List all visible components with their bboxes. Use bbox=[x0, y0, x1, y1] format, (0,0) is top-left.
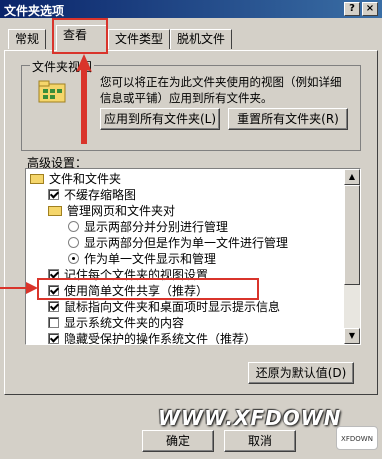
option-single-file[interactable]: 作为单一文件显示和管理 bbox=[68, 251, 216, 267]
folder-view-icon bbox=[38, 80, 66, 103]
cancel-button[interactable]: 取消 bbox=[224, 430, 296, 452]
tree-folder-web-pages: 管理网页和文件夹对 bbox=[48, 203, 175, 219]
radio-button[interactable] bbox=[68, 253, 79, 264]
tab-offline-files[interactable]: 脱机文件 bbox=[170, 29, 233, 49]
watermark-text: WWW.XFDOWN bbox=[158, 406, 342, 430]
help-button[interactable]: ? bbox=[344, 2, 360, 16]
folder-icon bbox=[48, 206, 62, 216]
option-hide-protected-files[interactable]: 隐藏受保护的操作系统文件（推荐） bbox=[48, 331, 257, 345]
list-item-label: 鼠标指向文件夹和桌面项时显示提示信息 bbox=[64, 300, 281, 314]
sharing-highlight-box bbox=[37, 278, 259, 300]
list-item-label: 显示两部分但是作为单一文件进行管理 bbox=[84, 236, 289, 250]
folder-views-description: 您可以将正在为此文件夹使用的视图（例如详细信息或平铺）应用到所有文件夹。 bbox=[100, 75, 342, 105]
close-button[interactable]: × bbox=[362, 2, 378, 16]
tab-file-types[interactable]: 文件类型 bbox=[108, 29, 171, 49]
list-item-label: 显示系统文件夹的内容 bbox=[64, 316, 185, 330]
radio-button[interactable] bbox=[68, 237, 79, 248]
tab-general[interactable]: 常规 bbox=[8, 29, 47, 49]
checkbox[interactable] bbox=[48, 189, 59, 200]
option-show-both-manage-separately[interactable]: 显示两部分并分别进行管理 bbox=[68, 219, 228, 235]
list-item-label: 隐藏受保护的操作系统文件（推荐） bbox=[64, 332, 257, 345]
arrow-up-icon bbox=[76, 54, 92, 144]
reset-all-folders-button[interactable]: 重置所有文件夹(R) bbox=[228, 108, 348, 130]
radio-button[interactable] bbox=[68, 221, 79, 232]
tab-highlight-box bbox=[52, 18, 108, 54]
checkbox[interactable] bbox=[48, 317, 59, 328]
list-item-label: 显示两部分并分别进行管理 bbox=[84, 220, 229, 234]
title-bar: 文件夹选项 ? × bbox=[0, 0, 382, 18]
option-show-system-folder[interactable]: 显示系统文件夹的内容 bbox=[48, 315, 184, 331]
restore-defaults-button[interactable]: 还原为默认值(D) bbox=[248, 362, 354, 384]
option-no-thumbnail-cache[interactable]: 不缓存缩略图 bbox=[48, 187, 136, 203]
tree-folder-files-and-folders: 文件和文件夹 bbox=[30, 171, 121, 187]
list-item-label: 不缓存缩略图 bbox=[64, 188, 137, 202]
list-item-label: 文件和文件夹 bbox=[49, 172, 122, 186]
arrow-right-icon bbox=[0, 282, 38, 294]
option-show-both-manage-single[interactable]: 显示两部分但是作为单一文件进行管理 bbox=[68, 235, 288, 251]
vertical-scrollbar[interactable]: ▲ ▼ bbox=[344, 169, 360, 344]
advanced-settings-list[interactable]: 文件和文件夹 不缓存缩略图 管理网页和文件夹对 显示两部分并分别进行管理 显示两… bbox=[25, 168, 361, 345]
checkbox[interactable] bbox=[48, 301, 59, 312]
ok-button[interactable]: 确定 bbox=[142, 430, 214, 452]
folder-icon bbox=[30, 174, 44, 184]
option-show-tooltips[interactable]: 鼠标指向文件夹和桌面项时显示提示信息 bbox=[48, 299, 280, 315]
scroll-thumb[interactable] bbox=[344, 185, 360, 285]
scroll-down-icon[interactable]: ▼ bbox=[344, 328, 360, 344]
list-item-label: 作为单一文件显示和管理 bbox=[84, 252, 217, 266]
apply-to-all-folders-button[interactable]: 应用到所有文件夹(L) bbox=[100, 108, 220, 130]
site-logo: XFDOWN bbox=[336, 426, 378, 450]
scroll-up-icon[interactable]: ▲ bbox=[344, 169, 360, 185]
checkbox[interactable] bbox=[48, 333, 59, 344]
window-title: 文件夹选项 bbox=[4, 4, 65, 18]
list-item-label: 管理网页和文件夹对 bbox=[67, 204, 176, 218]
